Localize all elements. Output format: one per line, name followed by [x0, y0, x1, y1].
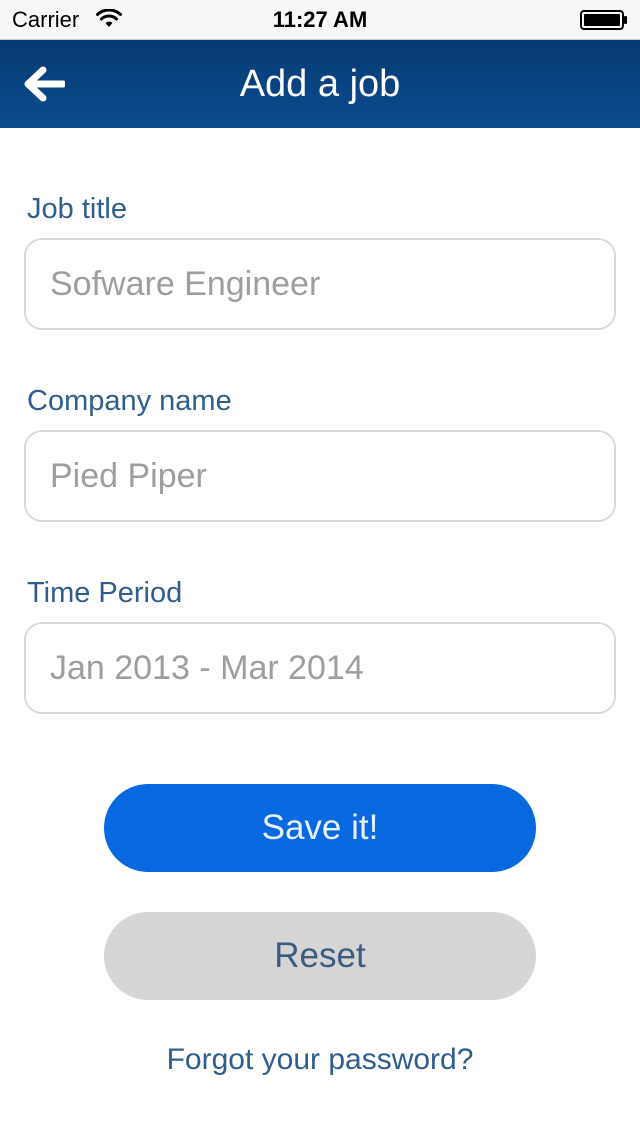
job-title-label: Job title: [27, 193, 127, 225]
back-button[interactable]: [14, 58, 74, 110]
reset-button[interactable]: Reset: [104, 912, 536, 1000]
time-period-input[interactable]: [24, 622, 616, 714]
back-arrow-icon: [24, 66, 65, 102]
forgot-password-link[interactable]: Forgot your password?: [0, 1040, 640, 1080]
status-bar: Carrier 11:27 AM: [0, 0, 640, 40]
company-name-label: Company name: [27, 385, 232, 417]
battery-icon: [580, 10, 627, 30]
time-period-label: Time Period: [27, 577, 183, 609]
save-button[interactable]: Save it!: [104, 784, 536, 872]
page-title: Add a job: [239, 63, 401, 105]
nav-bar: Add a job: [0, 40, 640, 128]
company-name-input[interactable]: [24, 430, 616, 522]
status-time: 11:27 AM: [272, 7, 368, 32]
job-title-input[interactable]: [24, 238, 616, 330]
